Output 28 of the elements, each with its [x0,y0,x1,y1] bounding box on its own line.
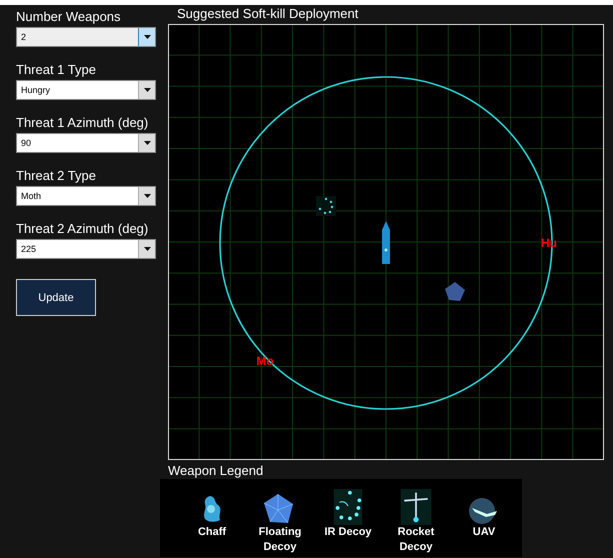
ir-decoy-icon [333,489,363,525]
ship-icon [382,221,390,264]
caret-icon [138,81,155,99]
legend-label: UAV [472,525,496,540]
dropdown[interactable]: 90 [16,133,156,153]
dropdown[interactable]: 2 [16,27,156,47]
caret-icon [138,240,155,258]
caret-icon [138,134,155,152]
dropdown[interactable]: 225 [16,239,156,259]
update-button[interactable]: Update [16,279,96,316]
field-label: Threat 2 Type [16,168,97,183]
pentagon-icon [445,282,465,301]
ir-decoy-icon [316,196,336,216]
field-label: Threat 1 Type [16,62,97,77]
legend-label: Rocket Decoy [396,525,436,555]
caret-icon [138,28,155,46]
field-label: Threat 1 Azimuth (deg) [16,115,150,130]
legend-label: Chaff [198,525,226,540]
field-label: Threat 2 Azimuth (deg) [16,221,150,236]
legend-title: Weapon Legend [168,463,264,479]
legend-label: IR Decoy [324,525,372,540]
rocket-icon [399,489,433,525]
legend-label: Floating Decoy [258,525,302,555]
dropdown[interactable]: Hungry [16,80,156,100]
caret-icon [138,187,155,205]
field-label: Number Weapons [16,9,122,24]
dropdown[interactable]: Moth [16,186,156,206]
plot-title: Suggested Soft-kill Deployment [176,5,360,23]
